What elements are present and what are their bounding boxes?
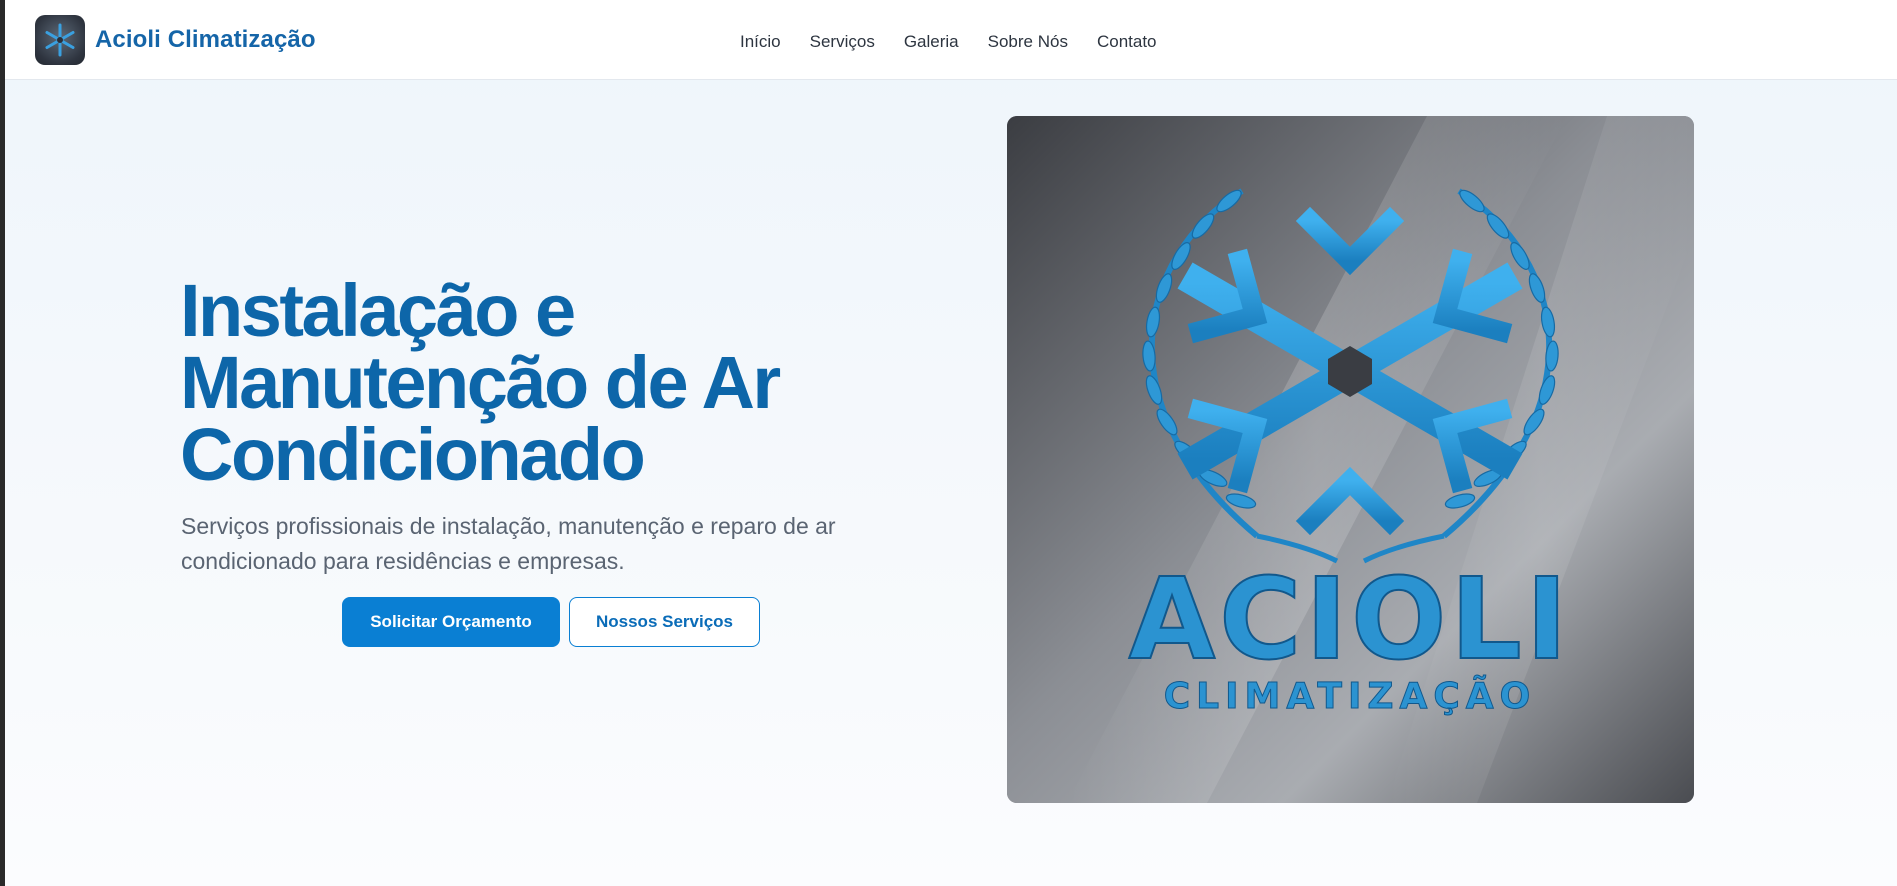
nav-link-sobre-nos[interactable]: Sobre Nós	[988, 30, 1068, 54]
hero-title-line: Condicionado	[180, 413, 646, 496]
main-nav: Início Serviços Galeria Sobre Nós Contat…	[740, 30, 1186, 54]
nav-link-contato[interactable]: Contato	[1097, 30, 1157, 54]
logo-subtext: CLIMATIZAÇÃO	[1164, 675, 1536, 717]
hero-title-line: Instalação e	[180, 269, 576, 352]
our-services-button[interactable]: Nossos Serviços	[569, 597, 760, 647]
nav-link-servicos[interactable]: Serviços	[810, 30, 875, 54]
hero-subtitle-line: condicionado para residências e empresas…	[181, 548, 625, 574]
brand[interactable]: Acioli Climatização	[35, 15, 316, 65]
hero-logo-image: ACIOLI CLIMATIZAÇÃO	[1007, 116, 1694, 803]
request-quote-button[interactable]: Solicitar Orçamento	[342, 597, 560, 647]
hero-title-line: Manutenção de Ar	[180, 341, 781, 424]
hero-subtitle-line: Serviços profissionais de instalação, ma…	[181, 513, 836, 539]
brand-logo-icon	[35, 15, 85, 65]
acioli-logo-mockup: ACIOLI CLIMATIZAÇÃO	[1007, 116, 1694, 803]
logo-wordmark: ACIOLI	[1129, 555, 1572, 685]
hero-title: Instalação e Manutenção de Ar Condiciona…	[180, 269, 840, 496]
brand-name[interactable]: Acioli Climatização	[95, 26, 316, 54]
nav-link-galeria[interactable]: Galeria	[904, 30, 959, 54]
nav-link-inicio[interactable]: Início	[740, 30, 781, 54]
snowflake-icon	[45, 23, 75, 57]
page: Acioli Climatização Início Serviços Gale…	[5, 0, 1897, 886]
top-navbar: Acioli Climatização Início Serviços Gale…	[5, 0, 1897, 80]
hero-subtitle: Serviços profissionais de instalação, ma…	[181, 509, 911, 579]
